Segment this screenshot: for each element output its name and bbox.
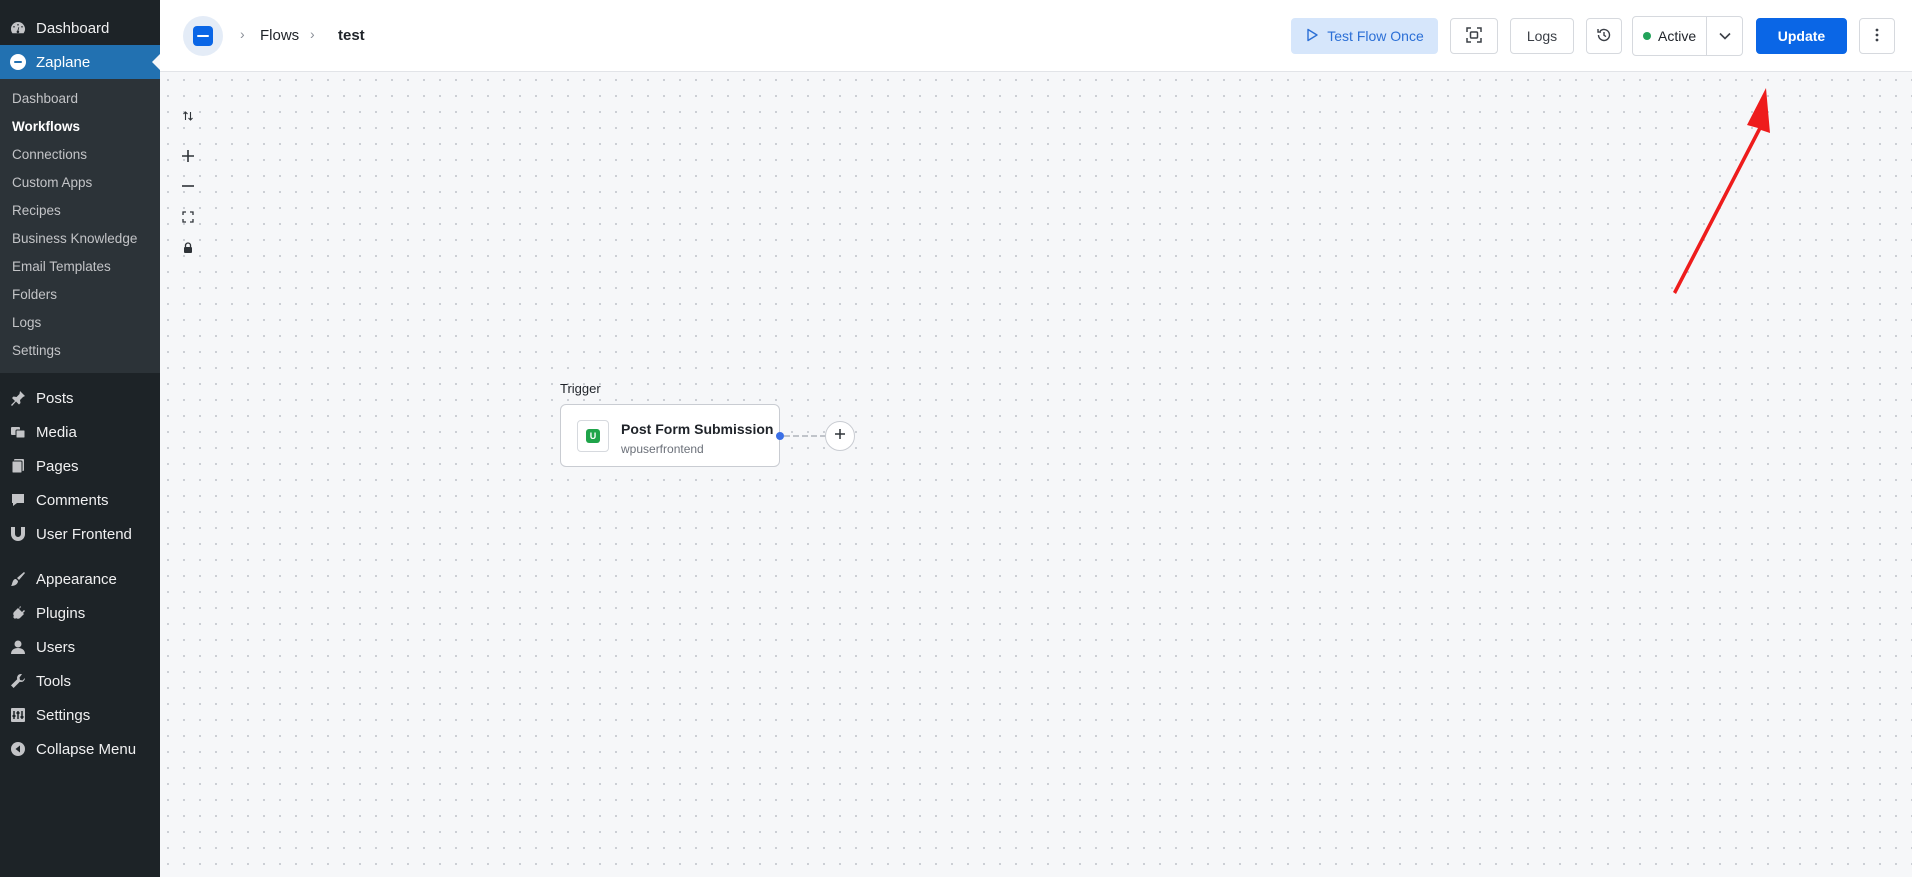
wpuserfrontend-app-icon: U	[577, 420, 609, 452]
wp-menu-appearance[interactable]: Appearance	[0, 562, 160, 596]
wp-submenu-business-knowledge[interactable]: Business Knowledge	[0, 225, 160, 253]
wp-menu-label: User Frontend	[36, 525, 132, 543]
flow-status-select: Active	[1632, 16, 1743, 56]
wp-menu-label: Posts	[36, 389, 74, 407]
breadcrumb-flows[interactable]: Flows	[260, 27, 299, 44]
settings-icon	[9, 706, 27, 724]
status-dot	[1643, 32, 1651, 40]
wp-menu-label: Users	[36, 638, 76, 656]
zoom-out-button[interactable]	[178, 178, 198, 198]
wp-menu-collapse[interactable]: Collapse Menu	[0, 732, 160, 766]
wp-menu-settings[interactable]: Settings	[0, 698, 160, 732]
status-label: Active	[1658, 28, 1697, 44]
node-output-port[interactable]	[776, 432, 784, 440]
lock-canvas-button[interactable]	[178, 240, 198, 260]
flow-editor-topbar: › Flows › test Test Flow Once Logs Activ…	[160, 0, 1912, 72]
wp-menu-label: Dashboard	[36, 19, 110, 37]
wp-menu-tools[interactable]: Tools	[0, 664, 160, 698]
expand-icon	[182, 210, 194, 228]
wp-menu-label: Media	[36, 423, 77, 441]
wp-menu-users[interactable]: Users	[0, 630, 160, 664]
trigger-label: Trigger	[560, 381, 601, 396]
wp-admin-sidebar: Dashboard Zaplane Dashboard Workflows Co…	[0, 0, 160, 877]
add-step-button[interactable]	[825, 421, 855, 451]
play-icon	[1305, 28, 1319, 45]
comment-icon	[9, 491, 27, 509]
minus-icon	[181, 179, 195, 198]
wp-menu-label: Plugins	[36, 604, 86, 622]
pushpin-icon	[9, 389, 27, 407]
history-button[interactable]	[1586, 18, 1622, 54]
paintbrush-icon	[9, 570, 27, 588]
breadcrumb-current-flow: test	[338, 27, 365, 44]
edge-connector	[784, 435, 826, 437]
trigger-node[interactable]: U Post Form Submission wpuserfrontend	[560, 404, 780, 467]
wp-menu-label: Appearance	[36, 570, 117, 588]
flow-canvas[interactable]: Trigger U Post Form Submission wpuserfro…	[160, 72, 1912, 877]
wp-submenu-custom-apps[interactable]: Custom Apps	[0, 169, 160, 197]
wp-submenu-settings[interactable]: Settings	[0, 337, 160, 365]
swap-direction-button[interactable]	[178, 108, 198, 128]
wp-menu-label: Zaplane	[36, 53, 91, 71]
wp-menu-plugins[interactable]: Plugins	[0, 596, 160, 630]
trigger-node-subtitle: wpuserfrontend	[621, 442, 704, 456]
plus-icon	[181, 149, 195, 168]
user-icon	[9, 638, 27, 656]
wp-submenu-connections[interactable]: Connections	[0, 141, 160, 169]
app-logo[interactable]	[183, 16, 223, 56]
wp-menu-label: Tools	[36, 672, 72, 690]
wp-main-menu: Posts Media Pages Comments User Frontend…	[0, 373, 160, 766]
update-button[interactable]: Update	[1756, 18, 1847, 54]
pages-icon	[9, 457, 27, 475]
lock-icon	[183, 241, 193, 259]
wp-submenu-recipes[interactable]: Recipes	[0, 197, 160, 225]
wp-submenu: Dashboard Workflows Connections Custom A…	[0, 79, 160, 373]
dashboard-icon	[9, 19, 27, 37]
wp-menu-comments[interactable]: Comments	[0, 483, 160, 517]
kebab-menu-icon	[1875, 28, 1879, 45]
plus-icon	[834, 427, 846, 445]
wp-submenu-dashboard[interactable]: Dashboard	[0, 85, 160, 113]
wp-menu-pages[interactable]: Pages	[0, 449, 160, 483]
logs-button[interactable]: Logs	[1510, 18, 1574, 54]
wp-menu-zaplane[interactable]: Zaplane	[0, 45, 160, 79]
status-dropdown-button[interactable]	[1706, 17, 1742, 55]
plug-icon	[9, 604, 27, 622]
zaplane-logo-icon	[193, 26, 213, 46]
zaplane-logo-icon	[9, 53, 27, 71]
zoom-in-button[interactable]	[178, 148, 198, 168]
fit-screen-button[interactable]	[178, 209, 198, 229]
status-toggle[interactable]: Active	[1633, 17, 1706, 55]
chevron-right-icon: ›	[240, 26, 245, 42]
user-frontend-icon	[9, 525, 27, 543]
chevron-down-icon	[1718, 27, 1731, 45]
wp-menu-label: Comments	[36, 491, 109, 509]
wp-submenu-email-templates[interactable]: Email Templates	[0, 253, 160, 281]
wp-menu-dashboard[interactable]: Dashboard	[0, 11, 160, 45]
wp-submenu-folders[interactable]: Folders	[0, 281, 160, 309]
wrench-icon	[9, 672, 27, 690]
wp-menu-label: Pages	[36, 457, 79, 475]
media-icon	[9, 423, 27, 441]
scan-icon	[1465, 26, 1483, 47]
more-options-button[interactable]	[1859, 18, 1895, 54]
wp-menu-label: Settings	[36, 706, 91, 724]
wp-menu-media[interactable]: Media	[0, 415, 160, 449]
test-flow-once-button[interactable]: Test Flow Once	[1291, 18, 1438, 54]
wp-submenu-workflows[interactable]: Workflows	[0, 113, 160, 141]
collapse-icon	[9, 740, 27, 758]
wp-menu-user-frontend[interactable]: User Frontend	[0, 517, 160, 551]
wp-menu-posts[interactable]: Posts	[0, 381, 160, 415]
fit-view-button[interactable]	[1450, 18, 1498, 54]
wp-menu-label: Collapse Menu	[36, 740, 137, 758]
trigger-node-title: Post Form Submission	[621, 421, 774, 437]
swap-vertical-icon	[182, 109, 194, 127]
wp-submenu-logs[interactable]: Logs	[0, 309, 160, 337]
chevron-right-icon: ›	[310, 26, 315, 42]
history-icon	[1596, 27, 1612, 46]
